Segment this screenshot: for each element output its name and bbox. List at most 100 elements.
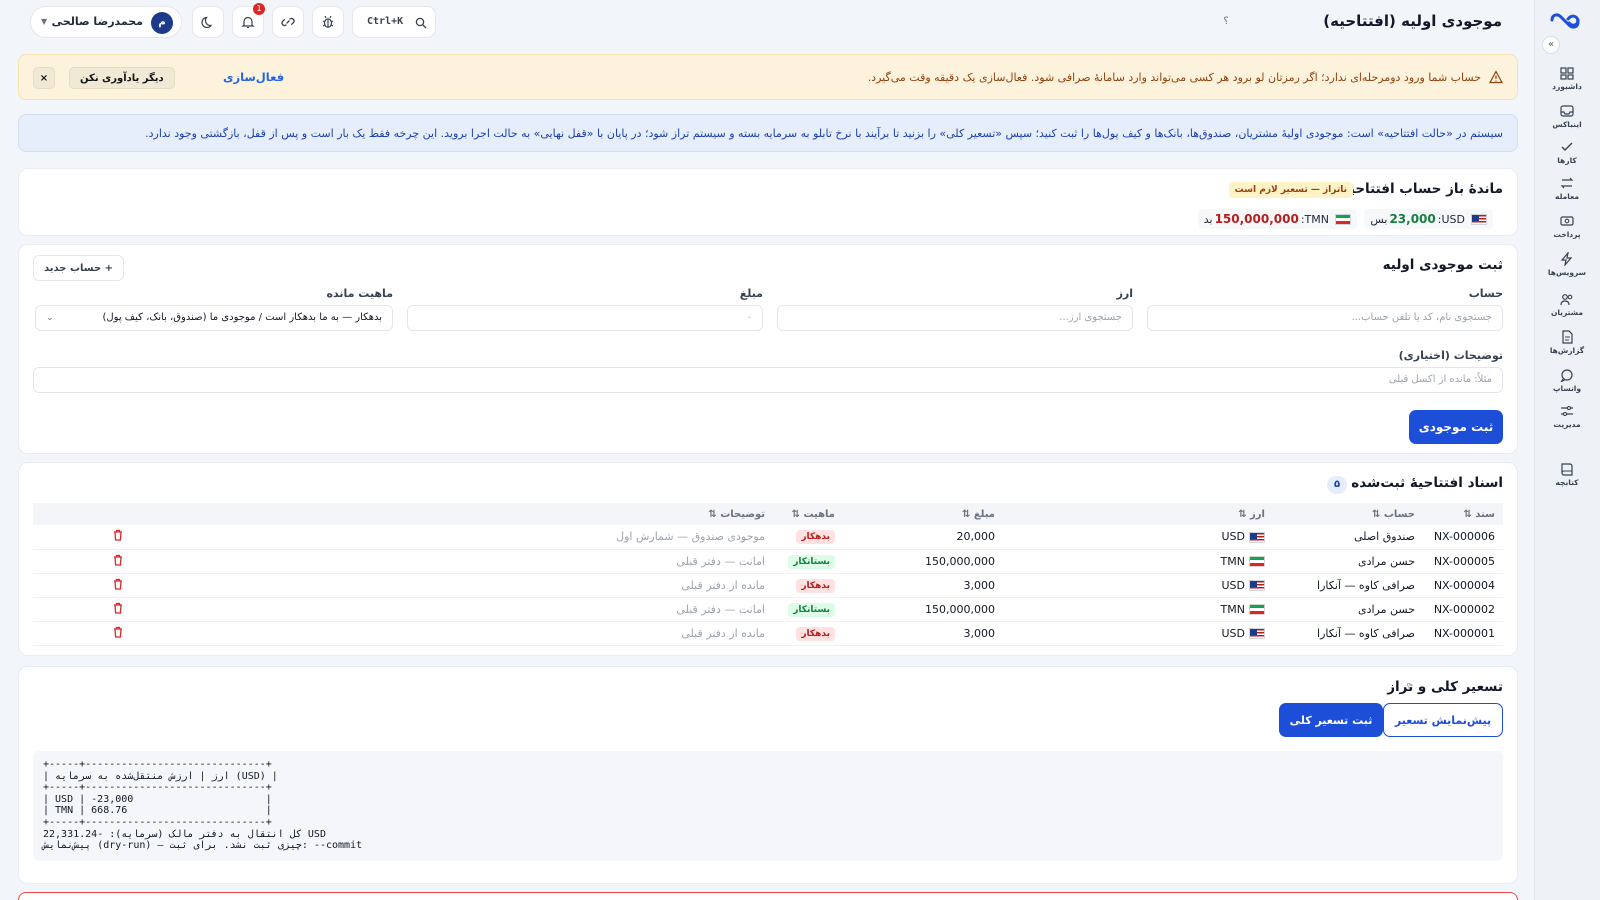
amount-label: مبلغ bbox=[739, 287, 763, 300]
account-name: حسن مرادی bbox=[1273, 597, 1423, 622]
actions-cell bbox=[33, 621, 203, 646]
doc-number[interactable]: NX-000006 bbox=[1423, 525, 1503, 550]
rail-item-label: داشبورد bbox=[1552, 82, 1582, 91]
opening-docs-card: اسناد افتتاحیهٔ ثبت‌شده ۵ سند ⇅ حساب ⇅ ارز… bbox=[18, 462, 1518, 656]
nature-badge: بدهکار bbox=[796, 530, 835, 545]
rail-item-check[interactable]: کارها bbox=[1534, 140, 1600, 165]
col-account-header[interactable]: حساب ⇅ bbox=[1273, 503, 1423, 525]
notifications-button[interactable]: 1 bbox=[232, 3, 265, 38]
ir-flag-icon bbox=[1335, 213, 1351, 225]
amount-input[interactable]: ۰ bbox=[407, 305, 763, 331]
link-button[interactable] bbox=[272, 6, 304, 38]
payment-icon bbox=[1560, 216, 1574, 226]
warning-icon bbox=[1489, 70, 1503, 84]
close-alert-button[interactable]: × bbox=[33, 67, 55, 89]
col-currency-header[interactable]: ارز ⇅ bbox=[1003, 503, 1273, 525]
bolt-icon bbox=[1560, 252, 1573, 266]
trash-icon[interactable] bbox=[111, 601, 125, 615]
rail-item-label: پرداخت bbox=[1553, 230, 1581, 239]
info-banner: سیستم در «حالت افتتاحیه» است: موجودی اول… bbox=[18, 114, 1518, 152]
revaluation-output: +-----+------------------------------+ |… bbox=[33, 751, 1503, 861]
trash-icon[interactable] bbox=[111, 577, 125, 591]
account-label: حساب bbox=[1468, 287, 1503, 300]
doc-number[interactable]: NX-000001 bbox=[1423, 621, 1503, 646]
actions-cell bbox=[33, 525, 203, 550]
two-factor-alert: حساب شما ورود دومرحله‌ای ندارد؛ اگر رمزت… bbox=[18, 54, 1518, 100]
account-name: صندوق اصلی bbox=[1273, 525, 1423, 550]
nature-cell: بدهکار bbox=[773, 525, 843, 550]
link-icon bbox=[281, 17, 295, 27]
tmn-balance: TMN: 150,000,000 بد bbox=[1197, 209, 1357, 229]
doc-number[interactable]: NX-000005 bbox=[1423, 549, 1503, 574]
commit-revaluation-button[interactable]: ثبت تسعیر کلی bbox=[1279, 703, 1383, 737]
new-account-button[interactable]: + حساب جدید bbox=[33, 255, 125, 281]
notes-input[interactable]: مثلاً: مانده از اکسل قبلی bbox=[33, 367, 1503, 393]
usd-code: USD: bbox=[1437, 212, 1465, 226]
trash-icon[interactable] bbox=[111, 528, 125, 542]
table-row: NX-000001 صرافی کاوه — آنکارا USD 3,000 بدهک… bbox=[33, 621, 1503, 646]
preview-revaluation-button[interactable]: پیش‌نمایش تسعیر bbox=[1383, 703, 1503, 737]
account-search-input[interactable]: جستجوی نام، کد یا تلفن حساب... bbox=[1147, 305, 1503, 331]
rail-item-payment[interactable]: پرداخت bbox=[1534, 214, 1600, 239]
usd-suffix: بس bbox=[1370, 212, 1388, 226]
avatar: م bbox=[151, 12, 173, 34]
doc-number[interactable]: NX-000002 bbox=[1423, 597, 1503, 622]
user-menu[interactable]: م محمدرضا صالحی ▼ bbox=[30, 6, 182, 38]
rail-item-bolt[interactable]: سرویس‌ها bbox=[1534, 252, 1600, 277]
nature-cell: بستانکار bbox=[773, 597, 843, 622]
docs-table: سند ⇅ حساب ⇅ ارز ⇅ مبلغ ⇅ ماهیت ⇅ توضیحات ⇅ N… bbox=[33, 503, 1503, 646]
dont-remind-button[interactable]: دیگر یادآوری نکن bbox=[69, 67, 175, 89]
rail-item-book[interactable]: کتابچه bbox=[1534, 462, 1600, 487]
currency-search-input[interactable]: جستجوی ارز... bbox=[777, 305, 1133, 331]
tmn-code: TMN: bbox=[1300, 212, 1329, 226]
command-search-button[interactable]: Ctrl+K bbox=[352, 6, 436, 38]
activate-2fa-link[interactable]: فعال‌سازی bbox=[223, 70, 284, 84]
notes-cell: امانت — دفتر قبلی bbox=[203, 597, 773, 622]
rail-item-report[interactable]: گزارش‌ها bbox=[1534, 330, 1600, 355]
col-amount-header[interactable]: مبلغ ⇅ bbox=[843, 503, 1003, 525]
rail-item-swap[interactable]: معامله bbox=[1534, 176, 1600, 201]
submit-balance-button[interactable]: ثبت موجودی bbox=[1409, 410, 1503, 444]
col-nature-header[interactable]: ماهیت ⇅ bbox=[773, 503, 843, 525]
notes-cell: امانت — دفتر قبلی bbox=[203, 549, 773, 574]
rail-item-label: معامله bbox=[1555, 192, 1579, 201]
amount-cell: 150,000,000 bbox=[843, 597, 1003, 622]
doc-number[interactable]: NX-000004 bbox=[1423, 573, 1503, 598]
currency-cell: USD bbox=[1003, 621, 1273, 646]
amount-cell: 20,000 bbox=[843, 525, 1003, 550]
collapse-sidebar-button[interactable]: » bbox=[1542, 36, 1560, 54]
actions-cell bbox=[33, 573, 203, 598]
page-title: موجودی اولیه (افتتاحیه) bbox=[1323, 12, 1502, 30]
app-logo-icon[interactable] bbox=[1548, 8, 1582, 32]
actions-cell bbox=[33, 549, 203, 574]
users-icon bbox=[1560, 294, 1573, 306]
rail-item-users[interactable]: مشتریان bbox=[1534, 292, 1600, 317]
table-row: NX-000002 حسن مرادی TMN 150,000,000 بستانکار… bbox=[33, 597, 1503, 622]
book-icon bbox=[1561, 463, 1573, 476]
dashboard-icon bbox=[1560, 67, 1574, 80]
col-doc-header[interactable]: سند ⇅ bbox=[1423, 503, 1503, 525]
nature-badge: بدهکار bbox=[796, 578, 835, 593]
theme-toggle-button[interactable] bbox=[192, 6, 224, 38]
currency-code: USD bbox=[1221, 530, 1245, 544]
nature-cell: بدهکار bbox=[773, 573, 843, 598]
report-icon bbox=[1562, 330, 1573, 344]
rail-item-label: مشتریان bbox=[1550, 308, 1584, 317]
help-icon[interactable]: ؟ bbox=[1218, 14, 1234, 30]
trash-icon[interactable] bbox=[111, 625, 125, 639]
nature-selected-value: بدهکار — به ما بدهکار است / موجودی ما (ص… bbox=[102, 312, 382, 323]
help-icon[interactable]: ؟ bbox=[1399, 683, 1411, 695]
amount-cell: 3,000 bbox=[843, 573, 1003, 598]
account-name: حسن مرادی bbox=[1273, 549, 1423, 574]
col-notes-header[interactable]: توضیحات ⇅ bbox=[203, 503, 773, 525]
nature-select[interactable]: بدهکار — به ما بدهکار است / موجودی ما (ص… bbox=[35, 305, 393, 331]
rail-item-inbox[interactable]: اینباکس bbox=[1534, 104, 1600, 129]
rail-item-sliders[interactable]: مدیریت bbox=[1534, 404, 1600, 429]
account-name: صرافی کاوه — آنکارا bbox=[1273, 573, 1423, 598]
rail-item-dashboard[interactable]: داشبورد bbox=[1534, 66, 1600, 91]
amount-cell: 150,000,000 bbox=[843, 549, 1003, 574]
trash-icon[interactable] bbox=[111, 553, 125, 567]
debug-button[interactable] bbox=[312, 6, 344, 38]
rail-item-whatsapp[interactable]: واتساپ bbox=[1534, 368, 1600, 393]
rail-item-label: مدیریت bbox=[1553, 420, 1581, 429]
